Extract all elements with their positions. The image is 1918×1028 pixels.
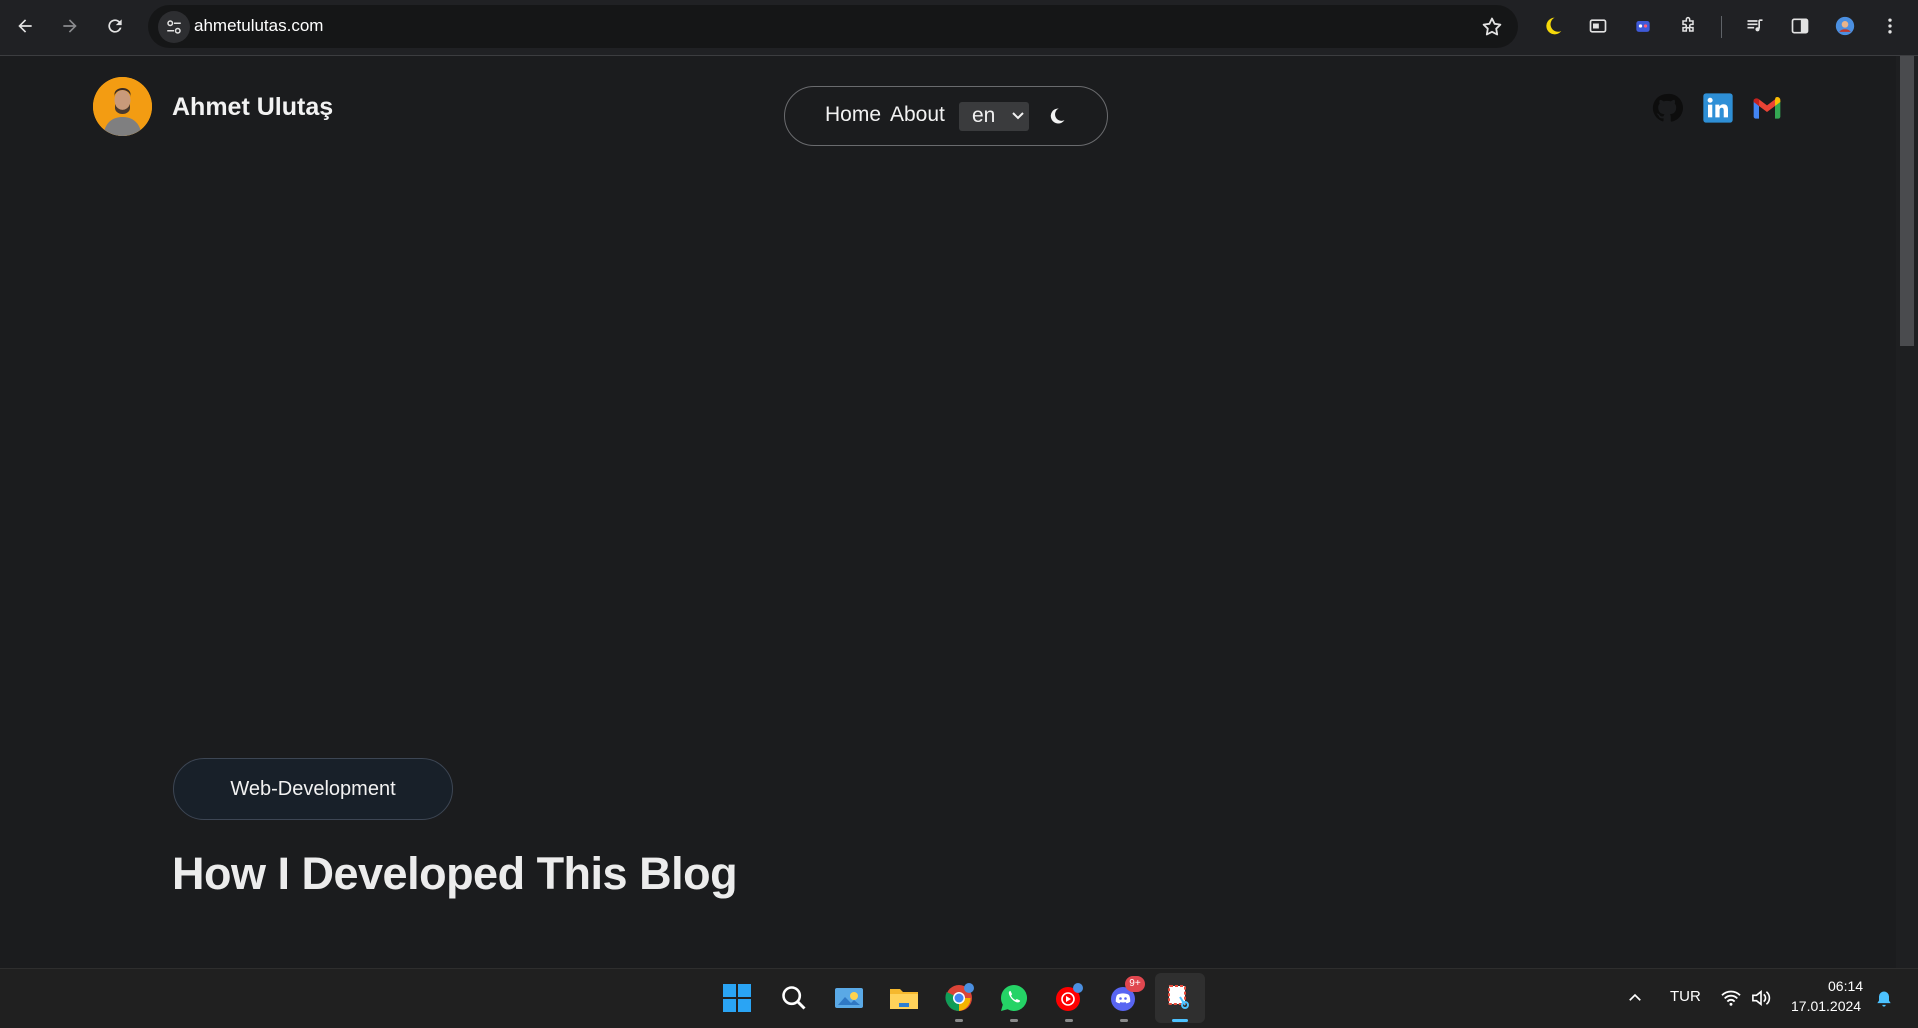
back-button[interactable]: [9, 10, 41, 42]
extensions-menu-button[interactable]: [1672, 10, 1704, 42]
page-scrollbar[interactable]: [1896, 56, 1918, 968]
gmail-icon[interactable]: [1751, 92, 1783, 124]
clock-time[interactable]: 06:14: [1828, 978, 1863, 994]
moon-icon: [1050, 108, 1065, 124]
notification-bell-icon[interactable]: [1874, 989, 1894, 1009]
author-avatar[interactable]: [93, 77, 152, 136]
snipping-tool-icon: [1168, 985, 1189, 1009]
picture-in-picture-extension[interactable]: [1582, 10, 1614, 42]
start-button[interactable]: [719, 980, 755, 1016]
taskbar-widgets-button[interactable]: [831, 980, 867, 1016]
input-language-indicator[interactable]: TUR: [1670, 988, 1701, 1005]
search-icon: [782, 986, 806, 1010]
windows-logo-icon: [723, 984, 751, 1012]
taskbar-discord[interactable]: 9+: [1106, 976, 1145, 1022]
running-indicator: [1120, 1019, 1128, 1022]
chevron-down-icon: [1012, 112, 1024, 120]
reload-button[interactable]: [99, 10, 131, 42]
active-indicator: [1172, 1019, 1188, 1022]
tune-icon: [167, 20, 181, 34]
bookmark-star-icon[interactable]: [1480, 15, 1504, 39]
scrollbar-thumb[interactable]: [1900, 56, 1914, 346]
whatsapp-icon: [1001, 985, 1028, 1011]
media-control-button[interactable]: [1739, 10, 1771, 42]
browser-toolbar: ahmetulutas.com: [0, 0, 1918, 56]
dark-reader-extension[interactable]: [1537, 10, 1569, 42]
queue-music-icon: [1747, 19, 1763, 32]
wifi-icon[interactable]: [1720, 989, 1742, 1007]
side-panel-icon: [1791, 18, 1809, 34]
puzzle-icon: [1682, 16, 1694, 32]
picture-in-picture-icon: [1589, 19, 1607, 33]
chrome-icon: [945, 983, 974, 1012]
web-page: Ahmet Ulutaş Home About en Web-Developme…: [0, 56, 1896, 968]
taskbar-whatsapp[interactable]: [996, 980, 1032, 1022]
language-select[interactable]: en: [959, 102, 1029, 131]
linkedin-icon[interactable]: [1702, 92, 1734, 124]
site-name[interactable]: Ahmet Ulutaş: [172, 93, 333, 122]
notification-badge: 9+: [1125, 976, 1145, 992]
side-panel-button[interactable]: [1784, 10, 1816, 42]
folder-icon: [890, 989, 918, 1009]
site-info-button[interactable]: [158, 11, 190, 43]
github-icon[interactable]: [1651, 92, 1683, 124]
taskbar-youtube-music[interactable]: [1051, 980, 1087, 1022]
reload-icon: [108, 19, 122, 33]
profile-avatar-icon: [1835, 16, 1855, 36]
moon-icon: [1546, 17, 1562, 35]
kebab-menu-icon: [1888, 18, 1892, 34]
extension-button[interactable]: [1627, 10, 1659, 42]
running-indicator: [1010, 1019, 1018, 1022]
clock-date[interactable]: 17.01.2024: [1791, 998, 1861, 1014]
volume-icon[interactable]: [1750, 989, 1772, 1007]
translate-extension-icon: [1636, 21, 1650, 32]
url-text[interactable]: ahmetulutas.com: [194, 16, 323, 36]
forward-button[interactable]: [54, 10, 86, 42]
running-indicator: [1065, 1019, 1073, 1022]
youtube-music-icon: [1056, 983, 1083, 1011]
category-tag[interactable]: Web-Development: [173, 758, 453, 820]
post-title: How I Developed This Blog: [172, 848, 738, 899]
address-bar[interactable]: ahmetulutas.com: [148, 5, 1518, 48]
back-arrow-icon: [18, 19, 32, 33]
running-indicator: [955, 1019, 963, 1022]
nav-home-link[interactable]: Home: [825, 103, 881, 127]
nav-about-link[interactable]: About: [890, 103, 945, 127]
taskbar-chrome[interactable]: [941, 980, 977, 1022]
taskbar-file-explorer[interactable]: [886, 980, 922, 1016]
toolbar-divider: [1721, 16, 1722, 38]
language-select-value: en: [972, 104, 996, 127]
forward-arrow-icon: [63, 19, 77, 33]
person-photo-icon: [93, 77, 152, 136]
chevron-up-icon[interactable]: [1626, 989, 1644, 1007]
widgets-icon: [835, 988, 863, 1008]
taskbar-snipping-tool[interactable]: [1162, 980, 1198, 1022]
taskbar-search-button[interactable]: [776, 980, 812, 1016]
main-nav: Home About en: [784, 86, 1108, 146]
theme-toggle-button[interactable]: [1043, 102, 1071, 130]
windows-taskbar: 9+ TUR 06:14 17.01.2024: [0, 968, 1918, 1028]
chrome-menu-button[interactable]: [1874, 10, 1906, 42]
profile-button[interactable]: [1829, 10, 1861, 42]
